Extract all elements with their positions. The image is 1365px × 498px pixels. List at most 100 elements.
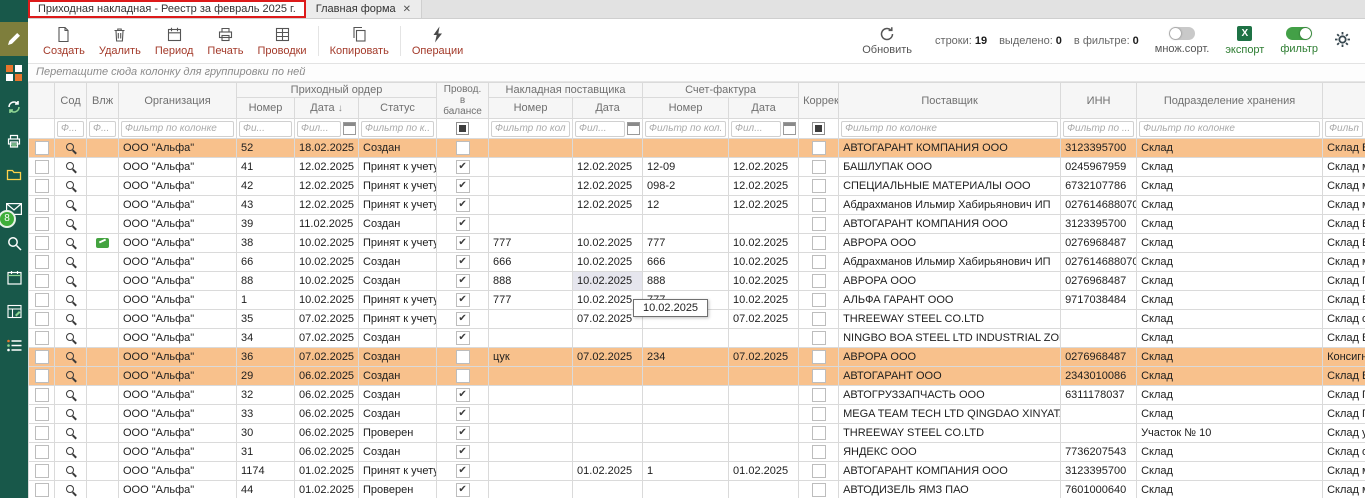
col-si-date[interactable]: Дата: [573, 98, 643, 119]
table-row[interactable]: ООО "Альфа"3006.02.2025Проверен✔THREEWAY…: [29, 424, 1365, 443]
create-button[interactable]: Создать: [36, 24, 92, 59]
correction-checkbox[interactable]: [812, 179, 826, 193]
calendar-icon[interactable]: [627, 122, 640, 135]
calendar-icon[interactable]: [343, 122, 356, 135]
table-row[interactable]: ООО "Альфа"3306.02.2025Создан✔MEGA TEAM …: [29, 405, 1365, 424]
col-inv-date[interactable]: Дата: [729, 98, 799, 119]
posted-checkbox[interactable]: ✔: [456, 445, 470, 459]
table-row[interactable]: ООО "Альфа"4212.02.2025Принят к учету✔12…: [29, 177, 1365, 196]
posted-checkbox[interactable]: ✔: [456, 274, 470, 288]
correction-checkbox[interactable]: [812, 407, 826, 421]
filter-supplier[interactable]: [841, 121, 1058, 137]
operations-button[interactable]: Операции: [405, 24, 470, 59]
filter-si-number[interactable]: [491, 121, 570, 137]
table-row[interactable]: ООО "Альфа"3911.02.2025Создан✔АВТОГАРАНТ…: [29, 215, 1365, 234]
postings-button[interactable]: Проводки: [250, 24, 313, 59]
col-supplier[interactable]: Поставщик: [839, 83, 1061, 119]
table-row[interactable]: ООО "Альфа"2906.02.2025СозданАВТОГАРАНТ …: [29, 367, 1365, 386]
table-row[interactable]: ООО "Альфа"4401.02.2025Проверен✔АВТОДИЗЕ…: [29, 481, 1365, 498]
open-document-icon[interactable]: [65, 218, 77, 230]
col-organization[interactable]: Организация: [119, 83, 237, 119]
row-select-checkbox[interactable]: [35, 236, 49, 250]
posted-checkbox[interactable]: ✔: [456, 312, 470, 326]
row-select-checkbox[interactable]: [35, 464, 49, 478]
delete-button[interactable]: Удалить: [92, 24, 148, 59]
table-row[interactable]: ООО "Альфа"8810.02.2025Создан✔88810.02.2…: [29, 272, 1365, 291]
posted-checkbox[interactable]: ✔: [456, 217, 470, 231]
row-select-checkbox[interactable]: [35, 388, 49, 402]
table-row[interactable]: ООО "Альфа"4312.02.2025Принят к учету✔12…: [29, 196, 1365, 215]
correction-checkbox[interactable]: [812, 331, 826, 345]
table-row[interactable]: ООО "Альфа"117401.02.2025Принят к учету✔…: [29, 462, 1365, 481]
correction-checkbox[interactable]: [812, 464, 826, 478]
open-document-icon[interactable]: [65, 294, 77, 306]
open-document-icon[interactable]: [65, 142, 77, 154]
col-inv-number[interactable]: Номер: [643, 98, 729, 119]
filter-si-date[interactable]: [575, 121, 625, 137]
open-document-icon[interactable]: [65, 389, 77, 401]
row-select-checkbox[interactable]: [35, 198, 49, 212]
posted-checkbox[interactable]: ✔: [456, 407, 470, 421]
open-document-icon[interactable]: [65, 446, 77, 458]
open-document-icon[interactable]: [65, 256, 77, 268]
list-icon[interactable]: [0, 328, 28, 362]
correction-checkbox[interactable]: [812, 274, 826, 288]
filter-posted-checkbox[interactable]: [456, 122, 469, 135]
correction-checkbox[interactable]: [812, 160, 826, 174]
correction-checkbox[interactable]: [812, 217, 826, 231]
correction-checkbox[interactable]: [812, 445, 826, 459]
filter-toggle[interactable]: фильтр: [1280, 27, 1318, 55]
table-row[interactable]: ООО "Альфа"3106.02.2025Создан✔ЯНДЕКС ООО…: [29, 443, 1365, 462]
filter-status[interactable]: [361, 121, 434, 137]
refresh-button[interactable]: Обновить: [855, 24, 919, 58]
table-row[interactable]: ООО "Альфа"5218.02.2025СозданАВТОГАРАНТ …: [29, 139, 1365, 158]
row-select-checkbox[interactable]: [35, 369, 49, 383]
table-row[interactable]: ООО "Альфа"6610.02.2025Создан✔66610.02.2…: [29, 253, 1365, 272]
filter-warehouse[interactable]: [1325, 121, 1363, 137]
row-select-checkbox[interactable]: [35, 407, 49, 421]
posted-checkbox[interactable]: ✔: [456, 426, 470, 440]
open-document-icon[interactable]: [65, 161, 77, 173]
row-select-checkbox[interactable]: [35, 426, 49, 440]
correction-checkbox[interactable]: [812, 426, 826, 440]
tab-main-form[interactable]: Главная форма ✕: [306, 0, 422, 18]
open-document-icon[interactable]: [65, 313, 77, 325]
tasks-grid-icon[interactable]: [0, 294, 28, 328]
table-row[interactable]: ООО "Альфа"3810.02.2025Принят к учету✔77…: [29, 234, 1365, 253]
posted-checkbox[interactable]: ✔: [456, 331, 470, 345]
correction-checkbox[interactable]: [812, 141, 826, 155]
row-select-checkbox[interactable]: [35, 445, 49, 459]
filter-order-date[interactable]: [297, 121, 341, 137]
posted-checkbox[interactable]: [456, 350, 470, 364]
col-division[interactable]: Подразделение хранения: [1137, 83, 1323, 119]
row-select-checkbox[interactable]: [35, 350, 49, 364]
search-icon[interactable]: [0, 226, 28, 260]
filter-correction-checkbox[interactable]: [812, 122, 825, 135]
filter-inn[interactable]: [1063, 121, 1134, 137]
multisort-toggle[interactable]: множ.сорт.: [1155, 27, 1210, 55]
row-select-checkbox[interactable]: [35, 483, 49, 497]
row-select-checkbox[interactable]: [35, 217, 49, 231]
filter-inv-number[interactable]: [645, 121, 726, 137]
print-button[interactable]: Печать: [200, 24, 250, 59]
correction-checkbox[interactable]: [812, 350, 826, 364]
table-row[interactable]: ООО "Альфа"3607.02.2025Созданцук07.02.20…: [29, 348, 1365, 367]
open-document-icon[interactable]: [65, 484, 77, 496]
app-logo-icon[interactable]: [0, 56, 28, 90]
col-order-number[interactable]: Номер: [237, 98, 295, 119]
posted-checkbox[interactable]: ✔: [456, 198, 470, 212]
row-select-checkbox[interactable]: [35, 331, 49, 345]
calendar-icon[interactable]: [783, 122, 796, 135]
tab-incoming-invoice-register[interactable]: Приходная накладная - Реестр за февраль …: [28, 0, 306, 18]
toggle-off-icon[interactable]: [1169, 27, 1195, 40]
col-select[interactable]: [29, 83, 55, 119]
row-select-checkbox[interactable]: [35, 255, 49, 269]
posted-checkbox[interactable]: ✔: [456, 179, 470, 193]
correction-checkbox[interactable]: [812, 369, 826, 383]
table-row[interactable]: ООО "Альфа"4112.02.2025Принят к учету✔12…: [29, 158, 1365, 177]
posted-checkbox[interactable]: ✔: [456, 160, 470, 174]
correction-checkbox[interactable]: [812, 388, 826, 402]
col-status[interactable]: Статус: [359, 98, 437, 119]
posted-checkbox[interactable]: ✔: [456, 236, 470, 250]
row-select-checkbox[interactable]: [35, 293, 49, 307]
